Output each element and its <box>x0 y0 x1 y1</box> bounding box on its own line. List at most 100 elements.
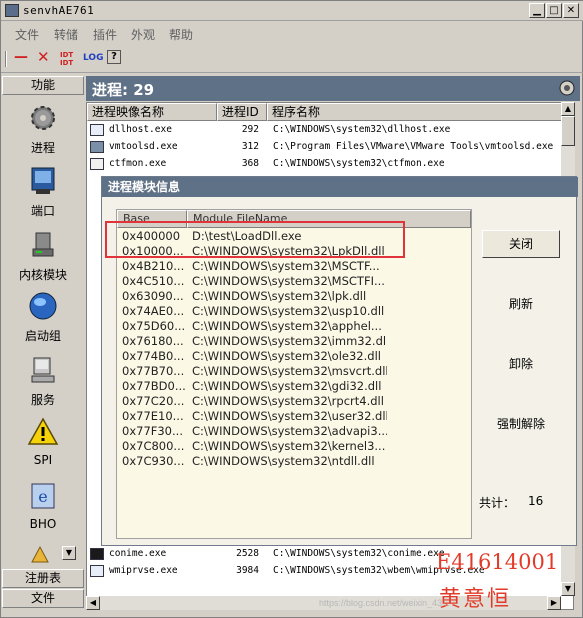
minimize-button[interactable]: ▁ <box>529 3 545 18</box>
module-base: 0x75D60... <box>122 319 186 333</box>
maximize-button[interactable]: □ <box>546 3 562 18</box>
sidebar-footer-files[interactable]: 文件 <box>2 589 84 608</box>
toolbar-help-button[interactable]: ? <box>107 50 121 64</box>
module-filename: C:\WINDOWS\system32\kernel3... <box>192 439 386 453</box>
sidebar-scroll-down-button[interactable]: ▼ <box>62 546 76 560</box>
conime-app-icon <box>90 548 104 560</box>
toolbar: — ✕ IDT IDT LOG ? <box>1 45 583 73</box>
process-count-title: 进程: 29 <box>92 81 155 99</box>
toolbar-delete-button[interactable]: ✕ <box>37 48 50 68</box>
table-row[interactable]: ctfmon.exe 368 C:\WINDOWS\system32\ctfmo… <box>87 156 575 172</box>
module-base: 0x7C800... <box>122 439 185 453</box>
sidebar-header[interactable]: 功能 <box>2 76 84 95</box>
column-header-pid[interactable]: 进程ID <box>217 103 267 121</box>
main-window: senvhAE761 ▁ □ ✕ 文件 转储 插件 外观 帮助 — ✕ IDT … <box>0 0 583 618</box>
window-app-icon <box>90 124 104 136</box>
column-header-image-name[interactable]: 进程映像名称 <box>87 103 217 121</box>
module-filename: C:\WINDOWS\system32\ntdll.dll <box>192 454 375 468</box>
sidebar-item-ports[interactable]: 端口 <box>2 165 84 219</box>
sidebar-item-label: 启动组 <box>24 329 61 343</box>
menu-bar: 文件 转储 插件 外观 帮助 <box>1 21 583 45</box>
menu-appearance[interactable]: 外观 <box>131 26 155 43</box>
unload-button[interactable]: 卸除 <box>482 351 560 379</box>
svg-text:e: e <box>38 487 47 506</box>
module-base: 0x4C510... <box>122 274 185 288</box>
registry-icon <box>31 545 49 563</box>
menu-help[interactable]: 帮助 <box>169 26 193 43</box>
scroll-left-button[interactable]: ◀ <box>86 596 100 610</box>
sidebar-item-label: BHO <box>29 517 57 531</box>
module-filename: C:\WINDOWS\system32\rpcrt4.dll <box>192 394 384 408</box>
module-base: 0x4B210... <box>122 259 185 273</box>
browser-icon: e <box>31 483 55 509</box>
title-bar: senvhAE761 ▁ □ ✕ <box>1 1 583 21</box>
window-title: senvhAE761 <box>23 4 95 17</box>
sidebar-item-spi[interactable]: SPI <box>2 416 84 467</box>
sidebar-item-label: 内核模块 <box>18 268 67 282</box>
total-value: 16 <box>528 494 544 508</box>
gear-icon <box>31 106 55 130</box>
toolbar-line-button[interactable]: — <box>14 49 28 69</box>
sidebar-item-services[interactable]: 服务 <box>2 354 84 408</box>
module-filename: C:\WINDOWS\system32\ole32.dll <box>192 349 381 363</box>
sidebar-item-label: 进程 <box>30 141 55 155</box>
module-filename: C:\WINDOWS\system32\msvcrt.dll <box>192 364 387 378</box>
sidebar-item-label: 端口 <box>30 204 55 218</box>
module-filename: C:\WINDOWS\system32\apphel... <box>192 319 382 333</box>
toolbar-idt-button[interactable]: IDT IDT <box>60 51 74 71</box>
sidebar-item-process[interactable]: 进程 <box>2 102 84 156</box>
module-base: 0x77C20... <box>122 394 185 408</box>
module-filename: C:\WINDOWS\system32\gdi32.dll <box>192 379 382 393</box>
table-row[interactable]: vmtoolsd.exe 312 C:\Program Files\VMware… <box>87 139 575 155</box>
sidebar: 功能 进程 端口 内核模块 启动组 服务 SPI e BHO ▼ 注册表 文件 <box>2 76 84 609</box>
close-window-button[interactable]: ✕ <box>563 3 579 18</box>
scroll-thumb[interactable] <box>561 116 575 146</box>
module-base: 0x77E10... <box>122 409 184 423</box>
sidebar-footer-registry[interactable]: 注册表 <box>2 569 84 588</box>
drive-icon <box>32 232 54 257</box>
table-row[interactable]: dllhost.exe 292 C:\WINDOWS\system32\dllh… <box>87 122 575 138</box>
module-base: 0x77B70... <box>122 364 185 378</box>
globe-icon <box>29 292 57 320</box>
scroll-right-button[interactable]: ▶ <box>547 596 561 610</box>
module-filename: C:\WINDOWS\system32\usp10.dll <box>192 304 385 318</box>
close-dialog-button[interactable]: 关闭 <box>482 230 560 258</box>
refresh-icon[interactable] <box>558 79 576 97</box>
highlight-box <box>105 221 405 258</box>
menu-file[interactable]: 文件 <box>15 26 39 43</box>
column-header-program-name[interactable]: 程序名称 <box>267 103 575 121</box>
module-filename: C:\WINDOWS\system32\user32.dll <box>192 409 387 423</box>
sidebar-item-label: 服务 <box>30 393 55 407</box>
module-list: Base Module FileName 0x400000 D:\test\Loa… <box>116 209 472 539</box>
module-base: 0x77BD0... <box>122 379 186 393</box>
toolbar-log-button[interactable]: LOG <box>83 53 103 73</box>
dialog-title: 进程模块信息 <box>102 177 578 197</box>
sidebar-item-label: SPI <box>33 453 53 467</box>
student-id-annotation: E41614001 <box>436 550 559 574</box>
module-filename: C:\WINDOWS\system32\MSCTF... <box>192 259 380 273</box>
module-filename: C:\WINDOWS\system32\advapi3... <box>192 424 387 438</box>
force-unload-button[interactable]: 强制解除 <box>482 411 560 439</box>
module-filename: C:\WINDOWS\system32\imm32.dll <box>192 334 387 348</box>
ctfmon-app-icon <box>90 158 104 170</box>
app-icon <box>5 4 19 17</box>
warning-icon <box>27 417 59 445</box>
sidebar-item-bho[interactable]: e BHO <box>2 480 84 531</box>
sidebar-item-startup[interactable]: 启动组 <box>2 290 84 344</box>
refresh-button[interactable]: 刷新 <box>482 291 560 319</box>
network-port-icon <box>31 167 55 194</box>
menu-dump[interactable]: 转储 <box>54 26 78 43</box>
vmware-app-icon <box>90 141 104 153</box>
menu-plugins[interactable]: 插件 <box>93 26 117 43</box>
module-base: 0x7C930... <box>122 454 185 468</box>
process-count-header: 进程: 29 <box>86 76 580 101</box>
scroll-up-button[interactable]: ▲ <box>561 102 575 116</box>
module-base: 0x74AE0... <box>122 304 185 318</box>
scroll-down-button[interactable]: ▼ <box>561 582 575 596</box>
sidebar-item-kernel-modules[interactable]: 内核模块 <box>2 229 84 283</box>
computer-icon <box>31 357 55 383</box>
author-name-annotation: 黄意恒 <box>439 587 512 612</box>
module-base: 0x63090... <box>122 289 184 303</box>
module-filename: C:\WINDOWS\system32\MSCTFI... <box>192 274 385 288</box>
toolbar-grip <box>5 51 7 67</box>
